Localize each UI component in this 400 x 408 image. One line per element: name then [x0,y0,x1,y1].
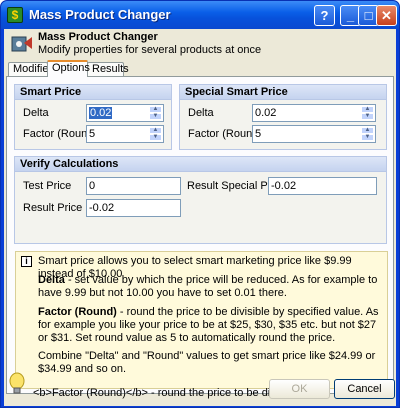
info-icon: i [21,256,32,267]
special-smart-price-group: Special Smart Price Delta 0.02 ▲ ▼ Factor… [179,84,387,150]
special-factor-label: Factor (Round) [188,128,262,140]
options-panel: Smart Price Delta 0.02 ▲ ▼ Factor (Round)… [6,76,394,394]
special-delta-label: Delta [188,107,214,119]
info-combine: Combine "Delta" and "Round" values to ge… [38,350,376,375]
verify-calculations-group: Verify Calculations Test Price 0 Result … [14,156,387,244]
smart-delta-spinner[interactable]: ▲ ▼ [149,106,162,120]
smart-price-group: Smart Price Delta 0.02 ▲ ▼ Factor (Round)… [14,84,172,150]
special-smart-price-title: Special Smart Price [180,85,386,100]
cancel-button[interactable]: Cancel [334,379,395,399]
verify-calculations-title: Verify Calculations [15,157,386,172]
info-delta-text: - set value by which the price will be r… [38,274,378,299]
smart-price-title: Smart Price [15,85,171,100]
window-title: Mass Product Changer [29,7,171,22]
header-subtitle: Modify properties for several products a… [38,44,262,56]
special-delta-spinner[interactable]: ▲ ▼ [361,106,374,120]
test-price-label: Test Price [23,180,72,192]
help-button[interactable]: ? [314,5,335,26]
result-special-price-field[interactable]: -0.02 [268,177,377,195]
special-factor-spinner[interactable]: ▲ ▼ [361,127,374,141]
lightbulb-icon [9,372,25,394]
header-title: Mass Product Changer [38,31,158,43]
test-price-field[interactable]: 0 [86,177,181,195]
test-price-value: 0 [89,180,96,192]
app-icon: $ [7,7,23,23]
smart-delta-label: Delta [23,107,49,119]
header: Mass Product Changer Modify properties f… [4,29,396,59]
product-changer-icon [11,36,32,52]
tab-results[interactable]: Results [87,62,129,76]
tab-modifier[interactable]: Modifier [8,62,52,76]
smart-factor-spinner[interactable]: ▲ ▼ [149,127,162,141]
info-factor: Factor (Round) - round the price to be d… [38,306,381,345]
result-price-field[interactable]: -0.02 [86,199,181,217]
result-price-value: -0.02 [89,202,115,214]
result-price-label: Result Price [23,202,83,214]
special-factor-field[interactable]: 5 ▲ ▼ [252,125,376,143]
title-bar[interactable]: $ Mass Product Changer ? _ □ ✕ [1,1,399,29]
close-button[interactable]: ✕ [376,5,397,26]
special-delta-value: 0.02 [255,107,277,119]
tab-options[interactable]: Options [47,60,90,77]
info-delta-title: Delta [38,274,65,286]
special-delta-field[interactable]: 0.02 ▲ ▼ [252,104,376,122]
smart-delta-value: 0.02 [89,107,113,119]
smart-factor-value: 5 [89,128,96,140]
client-area: Mass Product Changer Modify properties f… [4,29,396,406]
result-special-price-value: -0.02 [271,180,297,192]
app-window: $ Mass Product Changer ? _ □ ✕ Mass Prod… [0,0,400,408]
smart-delta-field[interactable]: 0.02 ▲ ▼ [86,104,164,122]
special-factor-value: 5 [255,128,262,140]
help-info-box: i Smart price allows you to select smart… [15,251,388,389]
info-delta: Delta - set value by which the price wil… [38,274,381,300]
smart-factor-field[interactable]: 5 ▲ ▼ [86,125,164,143]
info-factor-title: Factor (Round) [38,306,117,318]
ok-button[interactable]: OK [269,379,330,399]
